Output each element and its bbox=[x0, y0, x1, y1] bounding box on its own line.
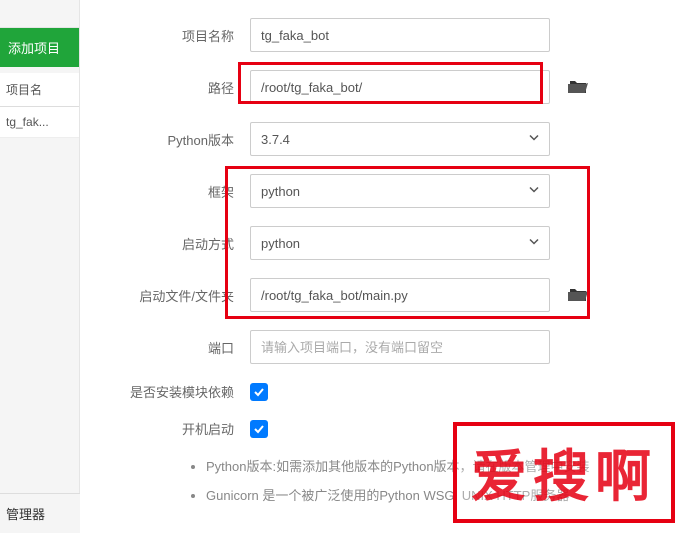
form-panel: 项目名称 路径 Python版本 框架 启动方式 bbox=[80, 0, 685, 524]
label-start-mode: 启动方式 bbox=[120, 234, 250, 253]
sidebar-manager-link[interactable]: 管理器 bbox=[0, 493, 80, 533]
label-path: 路径 bbox=[120, 78, 250, 97]
sidebar-top-spacer bbox=[0, 0, 79, 28]
checkbox-install-deps[interactable] bbox=[250, 383, 268, 401]
sidebar-search-row: 项目名 bbox=[0, 73, 79, 107]
label-port: 端口 bbox=[120, 338, 250, 357]
row-autostart: 开机启动 bbox=[120, 419, 645, 438]
label-install-deps: 是否安装模块依赖 bbox=[120, 382, 250, 401]
note-item: Gunicorn 是一个被广泛使用的Python WSGI UNIX HTTP服… bbox=[206, 485, 645, 504]
folder-icon[interactable] bbox=[568, 79, 588, 95]
row-path: 路径 bbox=[120, 70, 645, 104]
row-start-mode: 启动方式 bbox=[120, 226, 645, 260]
input-project-name[interactable] bbox=[250, 18, 550, 52]
select-start-mode[interactable] bbox=[250, 226, 550, 260]
select-framework[interactable] bbox=[250, 174, 550, 208]
row-project-name: 项目名称 bbox=[120, 18, 645, 52]
select-python-version[interactable] bbox=[250, 122, 550, 156]
sidebar-column-header: 项目名 bbox=[0, 73, 79, 106]
sidebar: 添加项目 项目名 tg_fak... 管理器 bbox=[0, 0, 80, 533]
note-item: Python版本:如需添加其他版本的Python版本，请在版本管理中安装 bbox=[206, 456, 645, 475]
input-start-file[interactable] bbox=[250, 278, 550, 312]
row-install-deps: 是否安装模块依赖 bbox=[120, 382, 645, 401]
label-framework: 框架 bbox=[120, 182, 250, 201]
input-path[interactable] bbox=[250, 70, 550, 104]
row-python-version: Python版本 bbox=[120, 122, 645, 156]
folder-icon[interactable] bbox=[568, 287, 588, 303]
row-port: 端口 bbox=[120, 330, 645, 364]
row-start-file: 启动文件/文件夹 bbox=[120, 278, 645, 312]
label-python-version: Python版本 bbox=[120, 130, 250, 149]
label-start-file: 启动文件/文件夹 bbox=[120, 286, 250, 305]
input-port[interactable] bbox=[250, 330, 550, 364]
checkbox-autostart[interactable] bbox=[250, 420, 268, 438]
row-framework: 框架 bbox=[120, 174, 645, 208]
label-project-name: 项目名称 bbox=[120, 26, 250, 45]
sidebar-item-project[interactable]: tg_fak... bbox=[0, 107, 79, 138]
notes-list: Python版本:如需添加其他版本的Python版本，请在版本管理中安装 Gun… bbox=[188, 456, 645, 504]
label-autostart: 开机启动 bbox=[120, 419, 250, 438]
sidebar-tab-add-project[interactable]: 添加项目 bbox=[0, 28, 79, 67]
